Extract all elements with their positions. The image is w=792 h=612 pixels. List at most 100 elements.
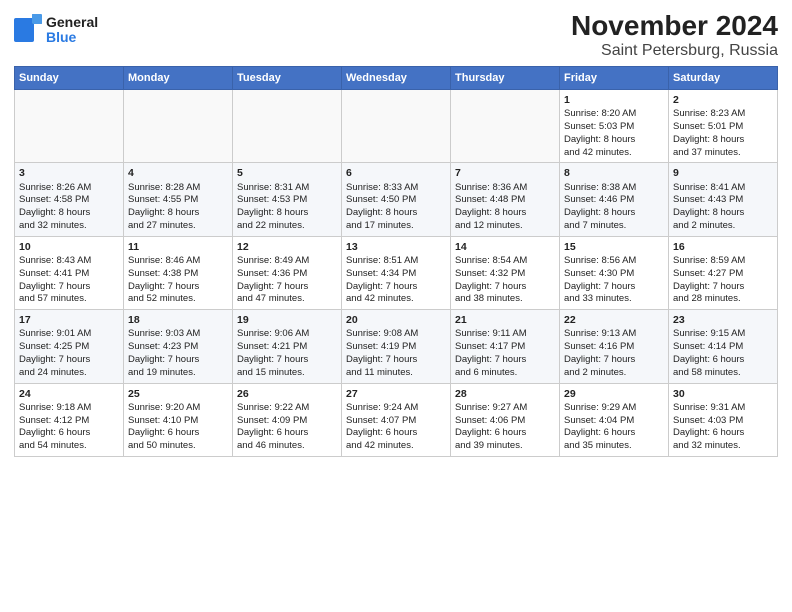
day-info: Daylight: 7 hours (455, 281, 555, 294)
day-info: Daylight: 6 hours (237, 427, 337, 440)
day-number: 6 (346, 166, 446, 180)
weekday-header-wednesday: Wednesday (342, 67, 451, 90)
day-info: Sunrise: 8:38 AM (564, 182, 664, 195)
day-cell: 8Sunrise: 8:38 AMSunset: 4:46 PMDaylight… (560, 163, 669, 236)
day-info: Sunset: 4:58 PM (19, 194, 119, 207)
week-row-2: 3Sunrise: 8:26 AMSunset: 4:58 PMDaylight… (15, 163, 778, 236)
day-cell: 24Sunrise: 9:18 AMSunset: 4:12 PMDayligh… (15, 383, 124, 456)
day-info: and 15 minutes. (237, 367, 337, 380)
day-number: 25 (128, 387, 228, 401)
day-number: 26 (237, 387, 337, 401)
day-info: and 33 minutes. (564, 293, 664, 306)
day-cell: 29Sunrise: 9:29 AMSunset: 4:04 PMDayligh… (560, 383, 669, 456)
week-row-3: 10Sunrise: 8:43 AMSunset: 4:41 PMDayligh… (15, 236, 778, 309)
calendar-subtitle: Saint Petersburg, Russia (571, 42, 778, 60)
weekday-header-monday: Monday (124, 67, 233, 90)
day-info: Sunrise: 9:20 AM (128, 402, 228, 415)
day-info: Sunset: 4:36 PM (237, 268, 337, 281)
day-info: and 50 minutes. (128, 440, 228, 453)
day-info: Sunrise: 8:36 AM (455, 182, 555, 195)
day-number: 10 (19, 240, 119, 254)
day-info: and 6 minutes. (455, 367, 555, 380)
day-info: Sunrise: 8:41 AM (673, 182, 773, 195)
day-info: Sunset: 4:27 PM (673, 268, 773, 281)
day-info: Sunset: 4:53 PM (237, 194, 337, 207)
day-info: Daylight: 6 hours (128, 427, 228, 440)
day-info: and 32 minutes. (673, 440, 773, 453)
weekday-header-saturday: Saturday (669, 67, 778, 90)
day-info: and 17 minutes. (346, 220, 446, 233)
day-info: Sunset: 4:10 PM (128, 415, 228, 428)
day-number: 12 (237, 240, 337, 254)
day-cell: 5Sunrise: 8:31 AMSunset: 4:53 PMDaylight… (233, 163, 342, 236)
day-number: 1 (564, 93, 664, 107)
day-info: Sunset: 4:43 PM (673, 194, 773, 207)
day-info: Daylight: 8 hours (346, 207, 446, 220)
day-number: 7 (455, 166, 555, 180)
day-info: Sunrise: 9:15 AM (673, 328, 773, 341)
day-cell: 2Sunrise: 8:23 AMSunset: 5:01 PMDaylight… (669, 90, 778, 163)
day-info: and 24 minutes. (19, 367, 119, 380)
day-info: Sunset: 4:16 PM (564, 341, 664, 354)
day-info: Daylight: 6 hours (455, 427, 555, 440)
day-info: Sunrise: 8:49 AM (237, 255, 337, 268)
day-number: 8 (564, 166, 664, 180)
day-cell: 15Sunrise: 8:56 AMSunset: 4:30 PMDayligh… (560, 236, 669, 309)
day-cell: 27Sunrise: 9:24 AMSunset: 4:07 PMDayligh… (342, 383, 451, 456)
day-cell: 22Sunrise: 9:13 AMSunset: 4:16 PMDayligh… (560, 310, 669, 383)
day-info: Sunset: 4:21 PM (237, 341, 337, 354)
day-info: Sunset: 4:55 PM (128, 194, 228, 207)
day-info: Daylight: 6 hours (673, 427, 773, 440)
day-info: and 2 minutes. (673, 220, 773, 233)
day-info: and 38 minutes. (455, 293, 555, 306)
day-cell: 9Sunrise: 8:41 AMSunset: 4:43 PMDaylight… (669, 163, 778, 236)
logo-general: General (46, 15, 98, 30)
day-info: Sunset: 4:12 PM (19, 415, 119, 428)
day-info: Daylight: 7 hours (673, 281, 773, 294)
day-info: and 54 minutes. (19, 440, 119, 453)
day-info: Sunrise: 9:06 AM (237, 328, 337, 341)
day-info: Daylight: 7 hours (455, 354, 555, 367)
day-info: Sunset: 4:46 PM (564, 194, 664, 207)
day-info: Sunrise: 8:43 AM (19, 255, 119, 268)
day-cell: 26Sunrise: 9:22 AMSunset: 4:09 PMDayligh… (233, 383, 342, 456)
day-info: Daylight: 6 hours (346, 427, 446, 440)
day-info: Sunrise: 8:20 AM (564, 108, 664, 121)
day-number: 2 (673, 93, 773, 107)
day-number: 30 (673, 387, 773, 401)
calendar-title: November 2024 (571, 10, 778, 42)
day-info: and 57 minutes. (19, 293, 119, 306)
day-info: Sunrise: 8:28 AM (128, 182, 228, 195)
day-info: Sunrise: 9:13 AM (564, 328, 664, 341)
day-number: 18 (128, 313, 228, 327)
day-info: and 37 minutes. (673, 147, 773, 160)
day-info: and 11 minutes. (346, 367, 446, 380)
day-cell (233, 90, 342, 163)
day-info: Sunset: 4:38 PM (128, 268, 228, 281)
day-info: Sunset: 4:30 PM (564, 268, 664, 281)
day-info: Daylight: 8 hours (673, 134, 773, 147)
day-cell: 17Sunrise: 9:01 AMSunset: 4:25 PMDayligh… (15, 310, 124, 383)
day-cell: 14Sunrise: 8:54 AMSunset: 4:32 PMDayligh… (451, 236, 560, 309)
day-number: 5 (237, 166, 337, 180)
day-info: Daylight: 8 hours (128, 207, 228, 220)
day-info: Sunset: 4:23 PM (128, 341, 228, 354)
day-info: Daylight: 6 hours (19, 427, 119, 440)
day-number: 28 (455, 387, 555, 401)
day-info: Sunrise: 9:01 AM (19, 328, 119, 341)
calendar-table: SundayMondayTuesdayWednesdayThursdayFrid… (14, 66, 778, 457)
day-info: Sunrise: 8:54 AM (455, 255, 555, 268)
day-info: Sunset: 4:09 PM (237, 415, 337, 428)
day-number: 3 (19, 166, 119, 180)
weekday-header-friday: Friday (560, 67, 669, 90)
day-number: 13 (346, 240, 446, 254)
day-info: and 32 minutes. (19, 220, 119, 233)
day-number: 11 (128, 240, 228, 254)
weekday-header-tuesday: Tuesday (233, 67, 342, 90)
day-cell: 11Sunrise: 8:46 AMSunset: 4:38 PMDayligh… (124, 236, 233, 309)
day-cell: 21Sunrise: 9:11 AMSunset: 4:17 PMDayligh… (451, 310, 560, 383)
day-info: Daylight: 8 hours (455, 207, 555, 220)
day-info: Sunrise: 9:08 AM (346, 328, 446, 341)
day-info: and 52 minutes. (128, 293, 228, 306)
day-info: Daylight: 7 hours (564, 281, 664, 294)
